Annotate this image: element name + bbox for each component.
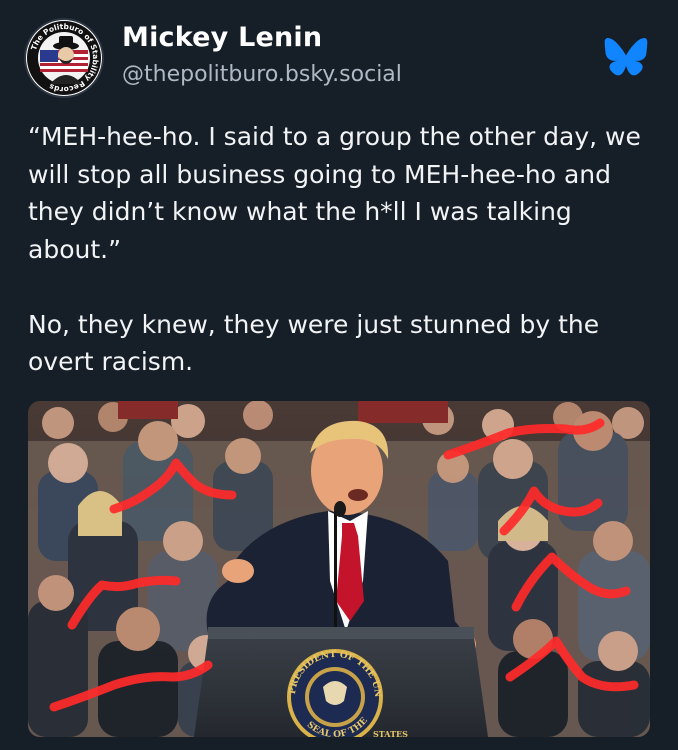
post-body: “MEH-hee-ho. I said to a group the other…	[28, 118, 656, 381]
author-handle[interactable]: @thepolitburo.bsky.social	[122, 62, 402, 87]
post-paragraph-comment: No, they knew, they were just stunned by…	[28, 309, 600, 377]
post-paragraph-quote: “MEH-hee-ho. I said to a group the other…	[28, 122, 641, 264]
avatar-image: The Politburo of Stability Records	[27, 21, 101, 95]
bluesky-butterfly-icon[interactable]	[604, 38, 648, 76]
author-avatar[interactable]: The Politburo of Stability Records	[26, 20, 102, 96]
seal-text-side: STATES	[373, 729, 408, 737]
post-image[interactable]: PRESIDENT OF THE UNITED SEAL OF THE STAT…	[28, 401, 650, 737]
post-card[interactable]: The Politburo of Stability Records Micke…	[0, 0, 678, 750]
rally-photo: PRESIDENT OF THE UNITED SEAL OF THE STAT…	[28, 401, 650, 737]
author-display-name[interactable]: Mickey Lenin	[122, 22, 322, 53]
